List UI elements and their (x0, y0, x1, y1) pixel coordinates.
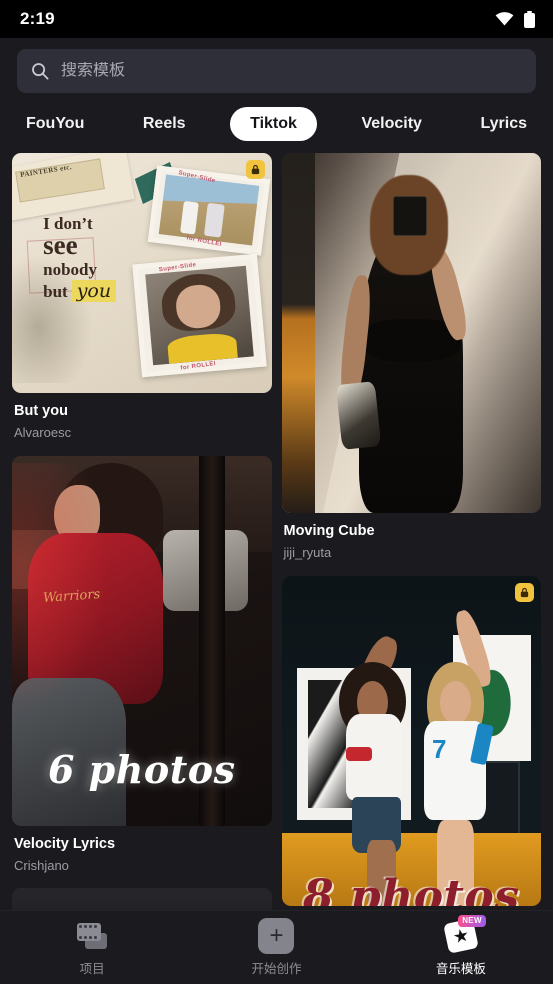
star-icon: ★ NEW (443, 914, 486, 954)
template-card-dancers[interactable]: 7 8 photos (281, 575, 541, 906)
artwork-dancers: 7 (281, 575, 541, 906)
tab-velocity[interactable]: Velocity (347, 107, 435, 141)
quote-line-3: nobody (43, 260, 97, 280)
lock-icon (520, 587, 529, 597)
template-author: jiji_ryuta (283, 544, 332, 560)
search-icon (31, 62, 49, 80)
template-meta: Velocity Lyrics Crishjano (12, 826, 272, 875)
nav-item-create[interactable]: + 开始创作 (185, 917, 367, 977)
template-author: Crishjano (14, 857, 69, 873)
template-meta: But you Alvaroesc (12, 393, 272, 442)
artwork-mirror-selfie (281, 153, 541, 513)
tab-reels[interactable]: Reels (129, 107, 200, 141)
grid-column-right: Moving Cube jiji_ryuta 7 8 photos (281, 153, 542, 959)
nav-label-create: 开始创作 (251, 961, 302, 976)
nav-label-projects: 项目 (79, 961, 105, 976)
film-strip-icon (77, 919, 108, 953)
template-author: Alvaroesc (14, 424, 72, 440)
grid-column-left: PAINTERS etc. Super-Slide for ROLLEI Sup… (12, 153, 272, 959)
template-title: But you (14, 403, 68, 419)
template-overlay-text: 6 photos (47, 747, 236, 793)
template-card-but-you[interactable]: PAINTERS etc. Super-Slide for ROLLEI Sup… (12, 153, 272, 442)
tab-fouyou[interactable]: FouYou (12, 107, 98, 141)
app-root: 2:19 FouYou Reels Tiktok Velocity (0, 0, 553, 984)
template-overlay-text: 8 photos (303, 871, 520, 906)
template-thumbnail[interactable] (281, 153, 541, 513)
category-tabs: FouYou Reels Tiktok Velocity Lyrics (0, 93, 553, 153)
quote-line-4: but (43, 282, 68, 302)
template-title: Moving Cube (283, 523, 375, 539)
lock-icon (251, 164, 259, 175)
wifi-icon (495, 12, 514, 26)
template-thumbnail[interactable]: PAINTERS etc. Super-Slide for ROLLEI Sup… (12, 153, 272, 393)
template-thumbnail[interactable]: 7 8 photos (281, 575, 541, 906)
status-time: 2:19 (20, 9, 55, 28)
nav-item-music-templates[interactable]: ★ NEW 音乐模板 (370, 914, 552, 977)
status-bar: 2:19 (0, 0, 553, 38)
lock-badge (245, 160, 265, 179)
battery-icon (524, 10, 535, 28)
quote-line-2: see (43, 230, 78, 261)
nav-item-projects[interactable]: 项目 (1, 919, 183, 977)
template-grid: PAINTERS etc. Super-Slide for ROLLEI Sup… (0, 153, 553, 959)
lock-badge (515, 582, 534, 602)
new-badge: NEW (458, 914, 486, 927)
status-icons (495, 10, 535, 28)
search-section (0, 38, 553, 93)
tab-lyrics[interactable]: Lyrics (466, 107, 541, 141)
bottom-navigation: 项目 + 开始创作 ★ NEW 音乐模板 (0, 910, 553, 984)
search-input[interactable] (61, 62, 522, 80)
search-bar[interactable] (17, 49, 536, 93)
template-thumbnail[interactable]: Warriors 6 photos (12, 455, 272, 826)
template-title: Velocity Lyrics (14, 835, 116, 852)
nav-label-music-templates: 音乐模板 (435, 961, 486, 976)
template-card-velocity-lyrics[interactable]: Warriors 6 photos Velocity Lyrics Crishj… (12, 455, 272, 875)
quote-highlight: you (71, 280, 117, 303)
tab-tiktok[interactable]: Tiktok (230, 107, 317, 141)
artwork-quote: I don’t see nobody but you (43, 215, 168, 303)
template-meta: Moving Cube jiji_ryuta (282, 513, 542, 562)
plus-icon[interactable]: + (258, 917, 295, 954)
artwork-collage: PAINTERS etc. Super-Slide for ROLLEI Sup… (12, 153, 272, 393)
template-card-moving-cube[interactable]: Moving Cube jiji_ryuta (281, 153, 542, 562)
